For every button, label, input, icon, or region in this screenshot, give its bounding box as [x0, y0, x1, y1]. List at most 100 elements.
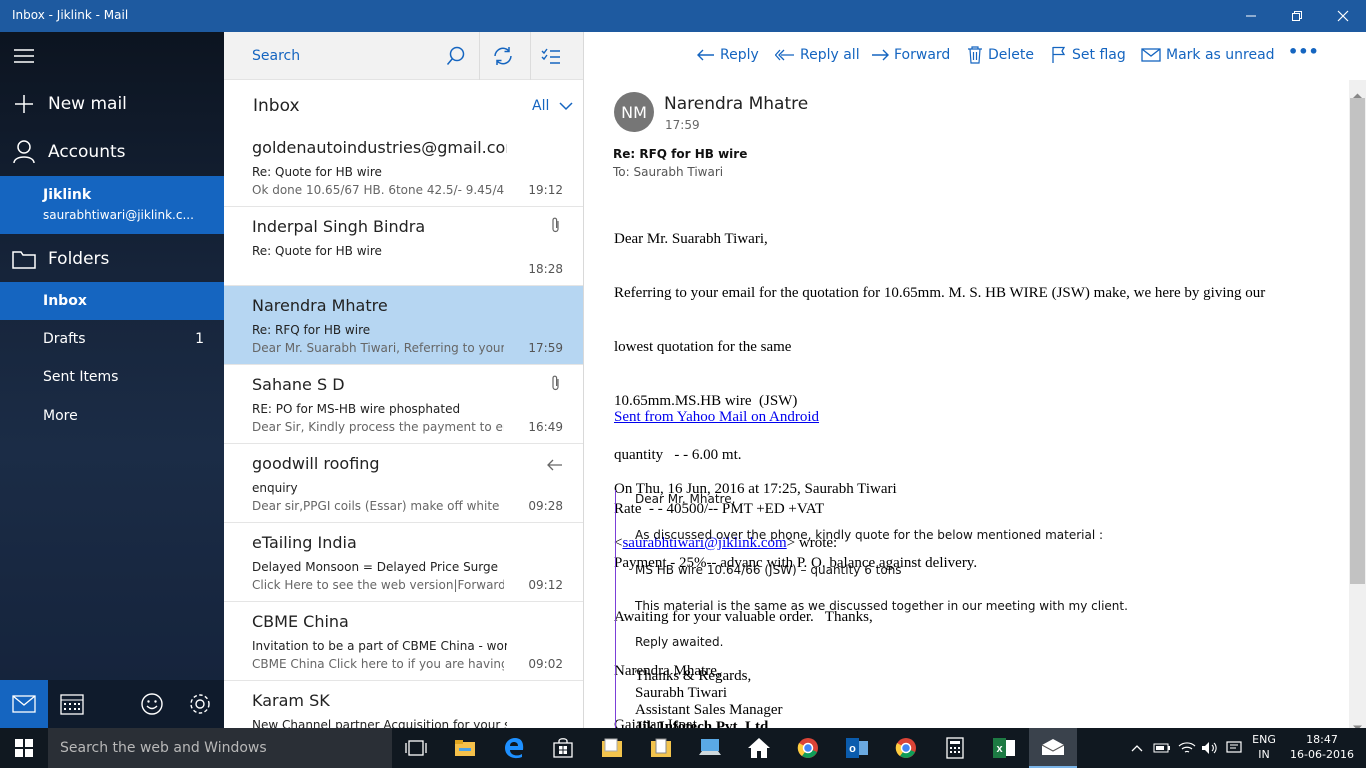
taskbar-search-input: Search the web and Windows [60, 740, 267, 756]
folder-drafts[interactable]: Drafts 1 [0, 320, 224, 358]
forward-button[interactable]: Forward [871, 44, 950, 66]
plus-icon [0, 94, 48, 114]
reply-all-button[interactable]: Reply all [775, 44, 860, 66]
hamburger-button[interactable] [0, 32, 224, 80]
minimize-button[interactable] [1228, 0, 1274, 32]
store-button[interactable] [539, 728, 587, 768]
message-item[interactable]: Sahane S D RE: PO for MS-HB wire phospha… [224, 365, 583, 444]
message-item[interactable]: eTailing India Delayed Monsoon = Delayed… [224, 523, 583, 602]
body-line: lowest quotation for the same [614, 339, 792, 355]
folder-inbox[interactable]: Inbox [0, 282, 224, 320]
person-icon [0, 140, 48, 164]
excel-button[interactable]: x [980, 728, 1028, 768]
reply-all-label: Reply all [800, 47, 860, 63]
reply-button[interactable]: Reply [697, 44, 759, 66]
message-sender: Inderpal Singh Bindra [252, 217, 426, 236]
account-email: saurabhtiwari@jiklink.c... [43, 208, 194, 222]
wifi-icon[interactable] [1175, 728, 1199, 768]
search-icon[interactable] [446, 46, 466, 70]
home-button[interactable] [735, 728, 783, 768]
navigation-pane: New mail Accounts Jiklink saurabhtiwari@… [0, 32, 224, 728]
folder-app-button[interactable] [588, 728, 636, 768]
home-icon [748, 738, 770, 758]
message-subject: enquiry [252, 481, 298, 495]
replied-icon [547, 456, 563, 475]
quoted-line: This material is the same as we discusse… [635, 599, 1128, 613]
mail-taskbar-button[interactable] [1029, 728, 1077, 768]
task-view-button[interactable] [392, 728, 440, 768]
message-item[interactable]: Narendra Mhatre Re: RFQ for HB wire Dear… [224, 286, 583, 365]
mark-unread-label: Mark as unread [1166, 47, 1275, 63]
reading-pane-scrollbar[interactable] [1349, 80, 1366, 728]
message-item[interactable]: Inderpal Singh Bindra Re: Quote for HB w… [224, 207, 583, 286]
mark-unread-button[interactable]: Mark as unread [1141, 44, 1275, 66]
filter-dropdown[interactable]: All [532, 98, 573, 114]
calendar-app-button[interactable] [48, 680, 96, 728]
outlook-button[interactable]: o [833, 728, 881, 768]
quote-bar [615, 490, 616, 728]
new-mail-button[interactable]: New mail [0, 80, 224, 128]
restore-button[interactable] [1274, 0, 1320, 32]
chrome-button[interactable] [784, 728, 832, 768]
feedback-button[interactable] [128, 680, 176, 728]
message-item[interactable]: goodwill roofing enquiry Dear sir,PPGI c… [224, 444, 583, 523]
search-input[interactable]: Search [252, 48, 300, 64]
folder-more[interactable]: More [0, 396, 224, 436]
scrollbar-thumb[interactable] [1350, 98, 1365, 584]
account-jiklink[interactable]: Jiklink saurabhtiwari@jiklink.c... [0, 176, 224, 234]
account-name: Jiklink [43, 187, 92, 203]
file-explorer-button[interactable] [441, 728, 489, 768]
computer-icon [699, 739, 721, 755]
message-list-pane: Search Inbox All goldenautoindustries@gm… [224, 32, 584, 728]
reply-label: Reply [720, 47, 759, 63]
message-item[interactable]: CBME China Invitation to be a part of CB… [224, 602, 583, 681]
yahoo-mail-link[interactable]: Sent from Yahoo Mail on Android [614, 409, 819, 425]
folders-button[interactable]: Folders [0, 234, 224, 284]
set-flag-button[interactable]: Set flag [1051, 44, 1126, 66]
settings-button[interactable] [176, 680, 224, 728]
app-switcher-bar [0, 680, 224, 728]
message-subject: RE: PO for MS-HB wire phosphated [252, 402, 461, 416]
delete-button[interactable]: Delete [967, 44, 1034, 66]
battery-icon[interactable] [1150, 728, 1174, 768]
documents-button[interactable] [637, 728, 685, 768]
sync-icon[interactable] [492, 46, 514, 70]
signature-line: Assistant Sales Manager [635, 702, 783, 718]
chrome-2-button[interactable] [882, 728, 930, 768]
message-time: 09:02 [528, 657, 563, 671]
quoted-line: Reply awaited. [635, 635, 724, 649]
clock[interactable]: 18:47 16-06-2016 [1284, 732, 1360, 762]
filter-label: All [532, 98, 550, 114]
message-item[interactable]: goldenautoindustries@gmail.com Re: Quote… [224, 128, 583, 207]
accounts-button[interactable]: Accounts [0, 128, 224, 176]
quoted-line: As discussed over the phone, kindly quot… [635, 528, 1104, 542]
folder-app-icon [602, 738, 622, 757]
message-subject: Re: Quote for HB wire [252, 244, 382, 258]
more-actions-button[interactable]: ••• [1288, 40, 1319, 62]
message-item[interactable]: Karam SK New Channel partner Acquisition… [224, 681, 583, 728]
documents-icon [651, 738, 671, 757]
edge-button[interactable] [490, 728, 538, 768]
message-time: 09:28 [528, 499, 563, 513]
start-button[interactable] [0, 728, 48, 768]
close-button[interactable] [1320, 0, 1366, 32]
mail-app-button[interactable] [0, 680, 48, 728]
calculator-button[interactable] [931, 728, 979, 768]
body-line: Referring to your email for the quotatio… [614, 285, 1266, 301]
new-mail-label: New mail [48, 94, 127, 114]
remote-desktop-button[interactable] [686, 728, 734, 768]
title-bar: Inbox - Jiklink - Mail [0, 0, 1366, 32]
folder-sent-items[interactable]: Sent Items [0, 358, 224, 396]
show-hidden-icons-button[interactable] [1126, 728, 1148, 768]
taskbar-search-box[interactable]: Search the web and Windows [48, 728, 392, 768]
folder-label: Sent Items [43, 369, 119, 385]
email-subject: Re: RFQ for HB wire [613, 147, 748, 161]
excel-icon: x [993, 738, 1015, 758]
scroll-down-icon[interactable] [1353, 716, 1362, 728]
action-center-icon[interactable] [1222, 728, 1246, 768]
selection-mode-icon[interactable] [541, 48, 561, 68]
volume-icon[interactable] [1198, 728, 1222, 768]
signature-line: Thanks & Regards, [635, 668, 752, 684]
message-sender: CBME China [252, 612, 349, 631]
input-language[interactable]: ENG IN [1250, 732, 1278, 762]
